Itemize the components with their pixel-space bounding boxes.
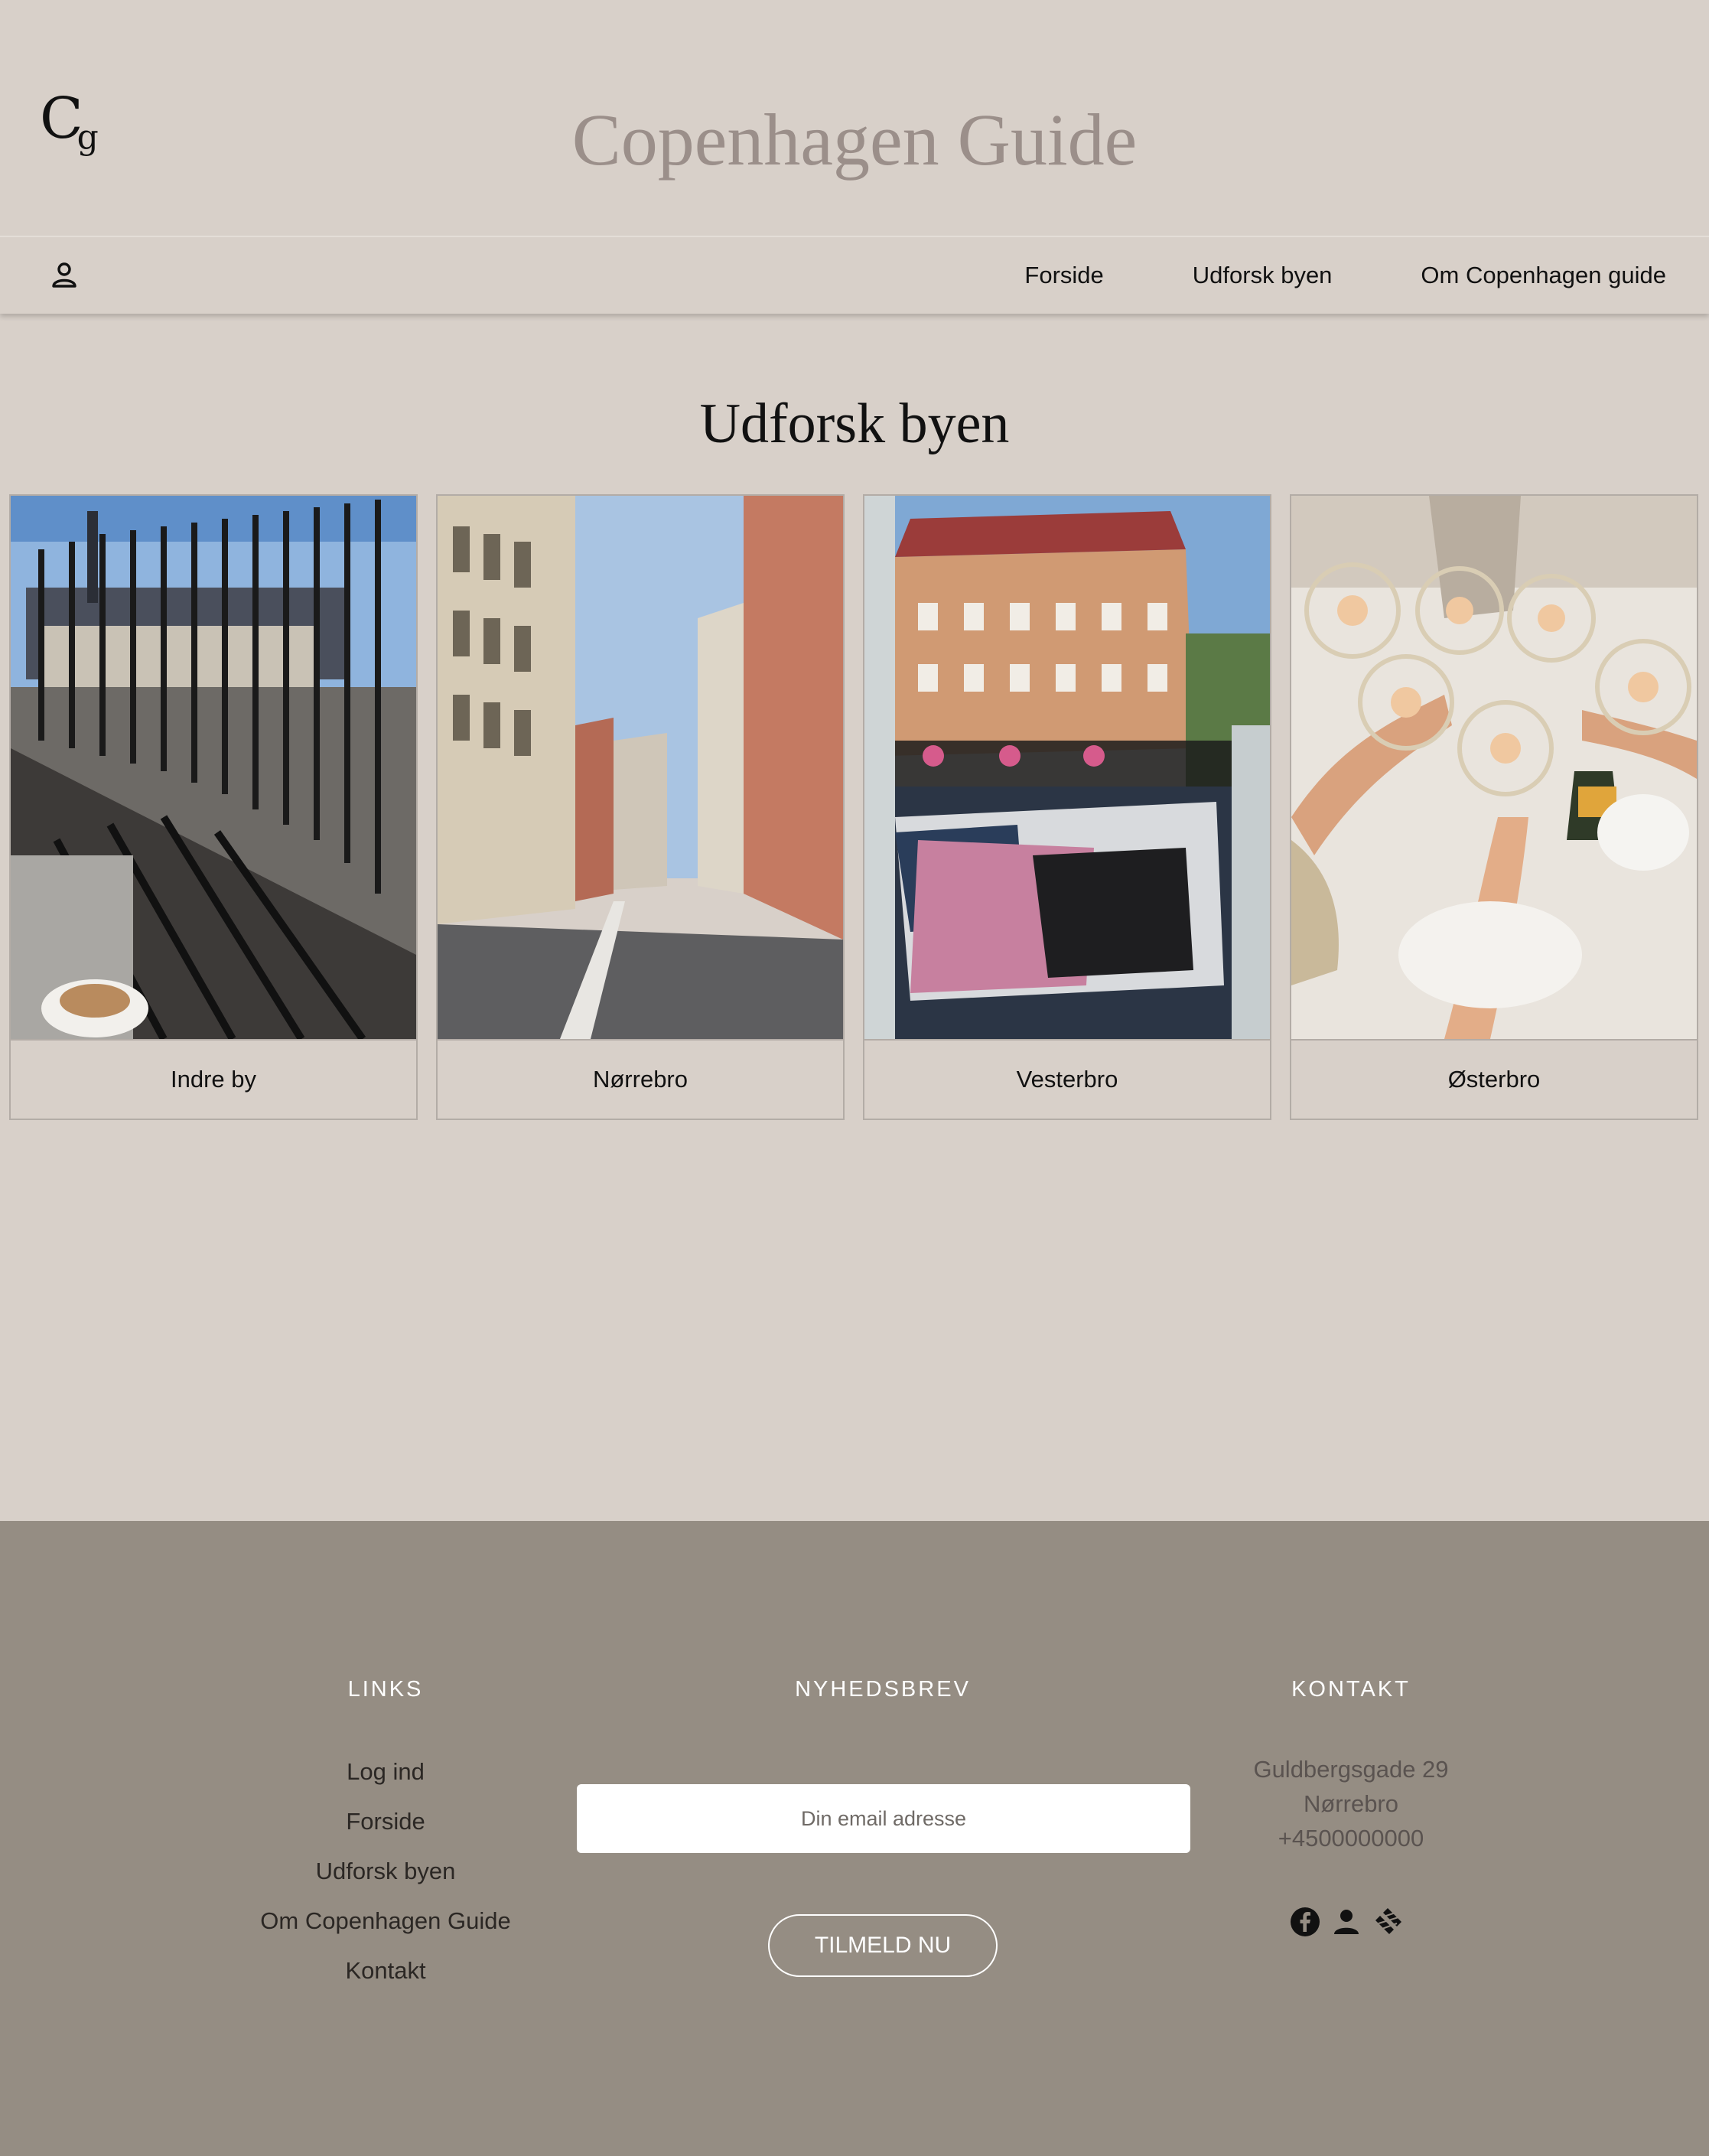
contact-area: Nørrebro (1303, 1790, 1398, 1817)
user-icon[interactable] (49, 260, 80, 291)
street-photo (438, 496, 843, 1039)
nav-forside[interactable]: Forside (980, 259, 1147, 292)
email-input[interactable] (577, 1784, 1190, 1853)
balcony-photo (11, 496, 416, 1039)
footer-link-log-ind[interactable]: Log ind (233, 1752, 539, 1802)
card-label: Nørrebro (438, 1039, 843, 1119)
district-cards: Indre by Nørrebro Vesterbro Østerbro (9, 494, 1701, 1120)
page-title: Udforsk byen (699, 392, 1010, 455)
social-links (1290, 1905, 1412, 1939)
card-indre-by[interactable]: Indre by (9, 494, 418, 1120)
main-nav: Forside Udforsk byen Om Copenhagen guide (980, 259, 1666, 292)
facebook-icon[interactable] (1290, 1907, 1320, 1937)
footer-links: Log ind Forside Udforsk byen Om Copenhag… (233, 1752, 539, 2001)
card-label: Østerbro (1291, 1039, 1697, 1119)
bed-balcony-photo (864, 496, 1270, 1039)
contact-address: Guldbergsgade 29 (1253, 1756, 1449, 1783)
contact-title: KONTAKT (1291, 1677, 1411, 1702)
nav-udforsk-byen[interactable]: Udforsk byen (1148, 259, 1377, 292)
subscribe-button[interactable]: TILMELD NU (768, 1914, 998, 1977)
card-osterbro[interactable]: Østerbro (1290, 494, 1698, 1120)
nav-om-copenhagen-guide[interactable]: Om Copenhagen guide (1376, 259, 1666, 292)
links-title: LINKS (347, 1677, 424, 1702)
card-norrebro[interactable]: Nørrebro (436, 494, 845, 1120)
site-header: Cg Copenhagen Guide Forside Udforsk byen… (0, 0, 1709, 314)
footer-link-forside[interactable]: Forside (233, 1802, 539, 1851)
brand-icon[interactable] (1372, 1907, 1403, 1937)
newsletter-title: NYHEDSBREV (795, 1677, 971, 1702)
contact-phone: +4500000000 (1278, 1825, 1424, 1851)
footer-link-udforsk-byen[interactable]: Udforsk byen (233, 1851, 539, 1901)
card-vesterbro[interactable]: Vesterbro (863, 494, 1271, 1120)
footer-link-om-copenhagen-guide[interactable]: Om Copenhagen Guide (233, 1901, 539, 1951)
contact-info: Guldbergsgade 29 Nørrebro +4500000000 (1198, 1752, 1504, 1855)
header-divider (0, 236, 1709, 237)
card-label: Indre by (11, 1039, 416, 1119)
site-title: Copenhagen Guide (571, 99, 1138, 181)
person-icon[interactable] (1331, 1907, 1362, 1937)
card-label: Vesterbro (864, 1039, 1270, 1119)
footer-link-kontakt[interactable]: Kontakt (233, 1951, 539, 2001)
dinner-table-photo (1291, 496, 1697, 1039)
